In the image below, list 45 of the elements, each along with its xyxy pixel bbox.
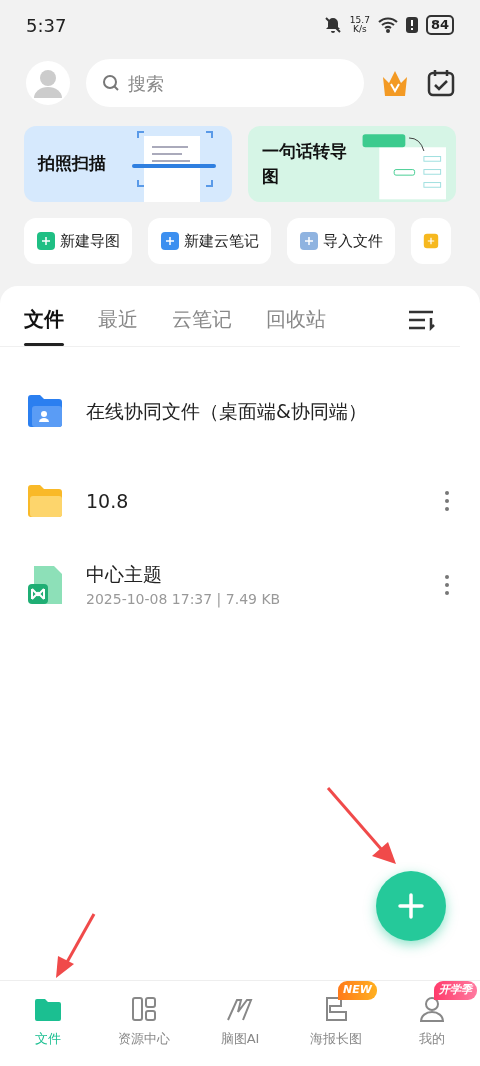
tab[interactable]: 云笔记: [172, 294, 232, 346]
shared-folder-icon: [28, 395, 62, 427]
tab[interactable]: 文件: [24, 294, 64, 346]
person-icon: [417, 995, 447, 1025]
network-speed: 15.7 K/s: [349, 16, 370, 34]
nav-badge: 开学季: [434, 981, 477, 1000]
more-icon[interactable]: [444, 574, 450, 596]
file-meta: 2025-10-08 17:37 | 7.49 KB: [86, 589, 282, 610]
note-icon: [160, 231, 180, 251]
search-icon: [102, 74, 120, 92]
mindmap-icon: [36, 231, 56, 251]
file-row[interactable]: 在线协同文件（桌面端&协同端）: [0, 363, 480, 459]
plus-icon: [397, 892, 425, 920]
nav-tab[interactable]: NEW 海报长图: [288, 981, 384, 1066]
more-icon[interactable]: [444, 490, 450, 512]
promo-card[interactable]: 拍照扫描: [24, 126, 232, 202]
tab[interactable]: 回收站: [266, 294, 326, 346]
nav-badge: NEW: [338, 981, 377, 1000]
calendar-check-icon[interactable]: [426, 68, 456, 98]
file-row[interactable]: 10.8: [0, 459, 480, 543]
alert-icon: [405, 16, 418, 34]
promo-title: 一句话转导图: [262, 139, 348, 188]
nav-tab[interactable]: 资源中心: [96, 981, 192, 1066]
file-name: 10.8: [86, 488, 130, 514]
nav-tab[interactable]: 脑图AI: [192, 981, 288, 1066]
quick-action-button[interactable]: 新建导图: [24, 218, 132, 264]
nav-tab[interactable]: 开学季 我的: [384, 981, 480, 1066]
tab[interactable]: 最近: [98, 294, 138, 346]
battery-level: 84: [425, 15, 454, 35]
file-name: 中心主题: [86, 562, 163, 588]
wifi-icon: [377, 17, 398, 33]
template-icon: [423, 231, 439, 251]
status-time: 5:37: [26, 13, 67, 38]
search-field[interactable]: 搜索: [86, 59, 364, 107]
folder-icon: [28, 485, 62, 517]
promo-card[interactable]: 一句话转导图: [248, 126, 456, 202]
mindmap-file-icon: [28, 566, 62, 604]
import-icon: [299, 231, 319, 251]
sort-icon[interactable]: [408, 309, 436, 331]
file-row[interactable]: 中心主题 2025-10-08 17:37 | 7.49 KB: [0, 543, 480, 627]
quick-action-button[interactable]: 新建云笔记: [148, 218, 271, 264]
file-name: 在线协同文件（桌面端&协同端）: [86, 398, 368, 424]
quick-action-button[interactable]: 导入文件: [287, 218, 395, 264]
mute-icon: [323, 16, 342, 34]
promo-title: 拍照扫描: [38, 152, 106, 176]
